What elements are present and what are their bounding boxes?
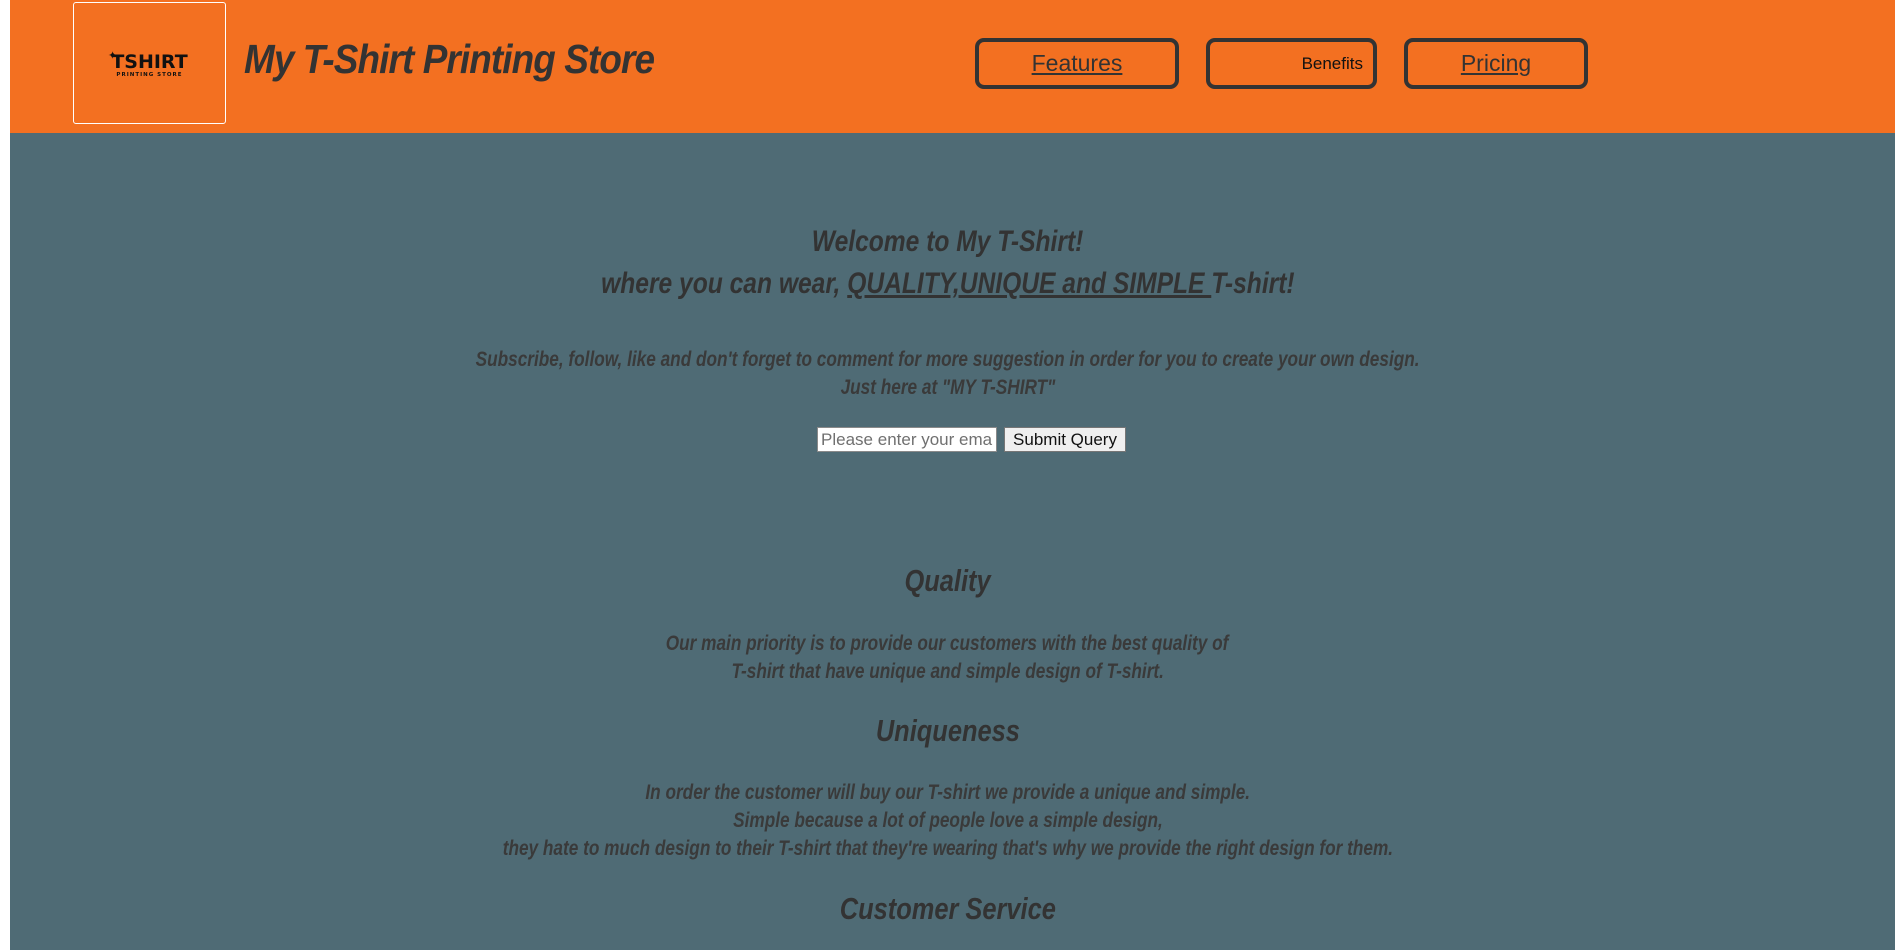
uniqueness-text: In order the customer will buy our T-shi… bbox=[0, 779, 1895, 863]
store-logo[interactable]: ✦ TSHIRT PRINTING STORE bbox=[73, 2, 226, 124]
quality-line-1: Our main priority is to provide our cust… bbox=[666, 632, 1229, 655]
uniqueness-line-3: they hate to much design to their T-shir… bbox=[502, 837, 1393, 860]
nav-benefits-button[interactable]: Benefits bbox=[1206, 38, 1377, 89]
quality-line-2: T-shirt that have unique and simple desi… bbox=[731, 660, 1164, 683]
subscribe-line-1: Subscribe, follow, like and don't forget… bbox=[475, 348, 1420, 371]
hero-heading: Welcome to My T-Shirt! where you can wea… bbox=[0, 221, 1895, 305]
nav-pricing-button[interactable]: Pricing bbox=[1404, 38, 1588, 89]
quality-text: Our main priority is to provide our cust… bbox=[0, 630, 1895, 686]
hero-line-2-prefix: where you can wear, bbox=[600, 267, 847, 300]
subscribe-line-2: Just here at "MY T-SHIRT" bbox=[840, 376, 1055, 399]
logo-subtext: PRINTING STORE bbox=[116, 72, 183, 78]
submit-query-button[interactable]: Submit Query bbox=[1004, 427, 1126, 452]
nav-pricing-label: Pricing bbox=[1460, 50, 1532, 76]
site-title: My T-Shirt Printing Store bbox=[244, 36, 655, 82]
uniqueness-line-1: In order the customer will buy our T-shi… bbox=[645, 781, 1250, 804]
hero-line-1: Welcome to My T-Shirt! bbox=[811, 225, 1084, 258]
uniqueness-line-2: Simple because a lot of people love a si… bbox=[732, 809, 1163, 832]
subscribe-form: Submit Query bbox=[0, 427, 1895, 452]
quality-heading: Quality bbox=[0, 563, 1895, 599]
subscribe-text: Subscribe, follow, like and don't forget… bbox=[0, 346, 1895, 402]
site-header: ✦ TSHIRT PRINTING STORE My T-Shirt Print… bbox=[10, 0, 1895, 133]
hero-line-2-suffix: T-shirt! bbox=[1210, 267, 1295, 300]
nav-features-button[interactable]: Features bbox=[975, 38, 1179, 89]
email-input[interactable] bbox=[817, 427, 998, 452]
nav-features-label: Features bbox=[1031, 50, 1123, 76]
customer-service-heading-text: Customer Service bbox=[839, 891, 1056, 926]
uniqueness-heading-text: Uniqueness bbox=[875, 713, 1020, 748]
quality-heading-text: Quality bbox=[904, 563, 991, 598]
nav-benefits-label: Benefits bbox=[1301, 53, 1363, 73]
hero-line-2: where you can wear, QUALITY,UNIQUE and S… bbox=[601, 263, 1295, 305]
customer-service-heading: Customer Service bbox=[0, 891, 1895, 927]
hero-line-2-emphasis: QUALITY,UNIQUE and SIMPLE bbox=[846, 267, 1211, 300]
logo-word: TSHIRT bbox=[111, 51, 188, 73]
uniqueness-heading: Uniqueness bbox=[0, 713, 1895, 749]
